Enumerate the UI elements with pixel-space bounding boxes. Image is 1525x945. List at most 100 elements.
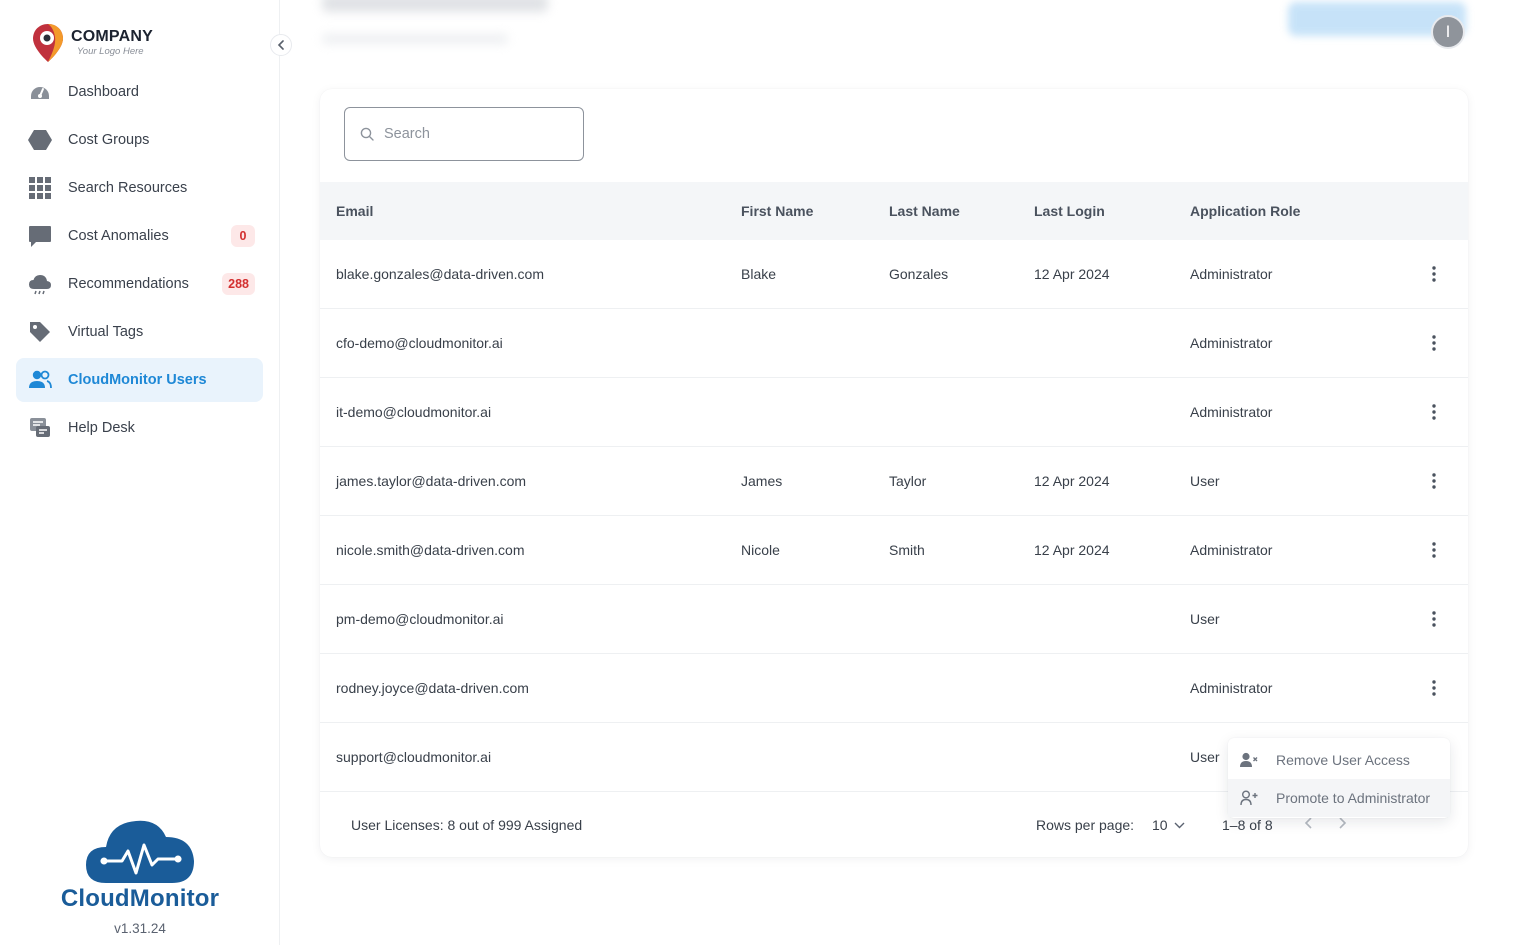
cell-application-role: User — [1190, 749, 1220, 765]
anomalies-count-badge: 0 — [231, 225, 255, 247]
cell-email: rodney.joyce@data-driven.com — [336, 680, 529, 696]
user-avatar[interactable]: I — [1431, 15, 1465, 49]
rows-per-page-label: Rows per page: — [1036, 817, 1135, 833]
company-logo[interactable]: COMPANY Your Logo Here — [31, 22, 153, 64]
row-actions-button[interactable] — [1424, 538, 1444, 562]
users-icon — [28, 368, 52, 392]
row-actions-button[interactable] — [1424, 469, 1444, 493]
promote-to-administrator-menu-item[interactable]: Promote to Administrator — [1228, 779, 1450, 817]
cell-last-name: Smith — [889, 542, 925, 558]
sidebar-item-virtual-tags[interactable]: Virtual Tags — [16, 310, 263, 354]
row-actions-menu: Remove User Access Promote to Administra… — [1228, 738, 1450, 818]
recommendations-count-badge: 288 — [222, 273, 255, 295]
cloud-icon — [28, 272, 52, 296]
menu-item-label: Remove User Access — [1276, 752, 1410, 768]
rows-per-page-value: 10 — [1152, 817, 1168, 833]
table-header: Email First Name Last Name Last Login Ap… — [320, 182, 1468, 240]
column-header-last-name[interactable]: Last Name — [889, 203, 960, 219]
row-actions-button[interactable] — [1424, 331, 1444, 355]
help-desk-icon — [28, 416, 52, 440]
cell-last-login: 12 Apr 2024 — [1034, 542, 1110, 558]
cell-application-role: Administrator — [1190, 404, 1273, 420]
grid-icon — [28, 176, 52, 200]
cell-application-role: User — [1190, 473, 1220, 489]
sidebar: COMPANY Your Logo Here Dashboard Cost Gr… — [0, 0, 280, 945]
cell-first-name: Nicole — [741, 542, 780, 558]
row-actions-button[interactable] — [1424, 400, 1444, 424]
chat-bubble-icon — [28, 224, 52, 248]
previous-page-button[interactable] — [1304, 816, 1314, 833]
tag-icon — [28, 320, 52, 344]
user-add-icon — [1240, 790, 1258, 806]
cell-email: pm-demo@cloudmonitor.ai — [336, 611, 504, 627]
column-header-first-name[interactable]: First Name — [741, 203, 813, 219]
column-header-last-login[interactable]: Last Login — [1034, 203, 1105, 219]
sidebar-item-label: Dashboard — [68, 84, 139, 100]
map-pin-logo-icon — [33, 24, 63, 62]
cloudmonitor-logo-icon — [86, 820, 194, 883]
cell-application-role: Administrator — [1190, 542, 1273, 558]
sidebar-item-dashboard[interactable]: Dashboard — [16, 70, 263, 114]
more-vertical-icon — [1432, 473, 1436, 489]
table-row: blake.gonzales@data-driven.com Blake Gon… — [320, 240, 1468, 309]
sidebar-item-recommendations[interactable]: Recommendations 288 — [16, 262, 263, 306]
chevron-left-icon — [277, 40, 284, 50]
rows-per-page-select[interactable]: 10 — [1152, 817, 1185, 833]
cell-first-name: Blake — [741, 266, 777, 282]
logo-tagline: Your Logo Here — [77, 46, 144, 58]
sidebar-item-search-resources[interactable]: Search Resources — [16, 166, 263, 210]
column-header-application-role[interactable]: Application Role — [1190, 203, 1300, 219]
table-row: it-demo@cloudmonitor.ai Administrator — [320, 378, 1468, 447]
sidebar-item-cost-anomalies[interactable]: Cost Anomalies 0 — [16, 214, 263, 258]
cell-last-name: Gonzales — [889, 266, 949, 282]
cell-email: james.taylor@data-driven.com — [336, 473, 527, 489]
more-vertical-icon — [1432, 404, 1436, 420]
cloudmonitor-brand: CloudMonitor v1.31.24 — [0, 815, 280, 936]
cell-email: nicole.smith@data-driven.com — [336, 542, 525, 558]
page-title-blurred — [322, 0, 548, 12]
pagination-range: 1–8 of 8 — [1222, 817, 1273, 833]
table-row: pm-demo@cloudmonitor.ai User — [320, 585, 1468, 654]
column-header-email[interactable]: Email — [336, 203, 373, 219]
search-field[interactable] — [344, 107, 584, 161]
sidebar-item-label: CloudMonitor Users — [68, 372, 207, 388]
hexagon-icon — [28, 128, 52, 152]
next-page-button[interactable] — [1337, 816, 1347, 833]
search-input[interactable] — [384, 126, 574, 142]
remove-user-access-menu-item[interactable]: Remove User Access — [1228, 741, 1450, 779]
sidebar-item-label: Virtual Tags — [68, 324, 144, 340]
cell-email: blake.gonzales@data-driven.com — [336, 266, 544, 282]
table-row: nicole.smith@data-driven.com Nicole Smit… — [320, 516, 1468, 585]
sidebar-item-label: Recommendations — [68, 276, 189, 292]
app-version: v1.31.24 — [114, 921, 166, 936]
table-body: blake.gonzales@data-driven.com Blake Gon… — [320, 240, 1468, 792]
cell-application-role: Administrator — [1190, 680, 1273, 696]
cell-application-role: Administrator — [1190, 266, 1273, 282]
chevron-down-icon — [1174, 822, 1185, 828]
cell-application-role: User — [1190, 611, 1220, 627]
sidebar-item-help-desk[interactable]: Help Desk — [16, 406, 263, 450]
breadcrumb-blurred — [322, 34, 508, 44]
user-remove-icon — [1240, 752, 1258, 767]
chevron-right-icon — [1339, 817, 1347, 829]
row-actions-button[interactable] — [1424, 607, 1444, 631]
more-vertical-icon — [1432, 680, 1436, 696]
sidebar-item-label: Search Resources — [68, 180, 188, 196]
cell-email: it-demo@cloudmonitor.ai — [336, 404, 492, 420]
row-actions-button[interactable] — [1424, 676, 1444, 700]
user-licenses-text: User Licenses: 8 out of 999 Assigned — [351, 817, 583, 833]
sidebar-item-cost-groups[interactable]: Cost Groups — [16, 118, 263, 162]
more-vertical-icon — [1432, 266, 1436, 282]
table-row: rodney.joyce@data-driven.com Administrat… — [320, 654, 1468, 723]
collapse-sidebar-button[interactable] — [270, 34, 292, 56]
sidebar-item-label: Help Desk — [68, 420, 135, 436]
table-row: james.taylor@data-driven.com James Taylo… — [320, 447, 1468, 516]
menu-item-label: Promote to Administrator — [1276, 790, 1431, 806]
cell-last-name: Taylor — [889, 473, 927, 489]
sidebar-item-label: Cost Groups — [68, 132, 150, 148]
row-actions-button[interactable] — [1424, 262, 1444, 286]
brand-name: CloudMonitor — [60, 885, 220, 912]
table-row: cfo-demo@cloudmonitor.ai Administrator — [320, 309, 1468, 378]
sidebar-item-cloudmonitor-users[interactable]: CloudMonitor Users — [16, 358, 263, 402]
cell-application-role: Administrator — [1190, 335, 1273, 351]
